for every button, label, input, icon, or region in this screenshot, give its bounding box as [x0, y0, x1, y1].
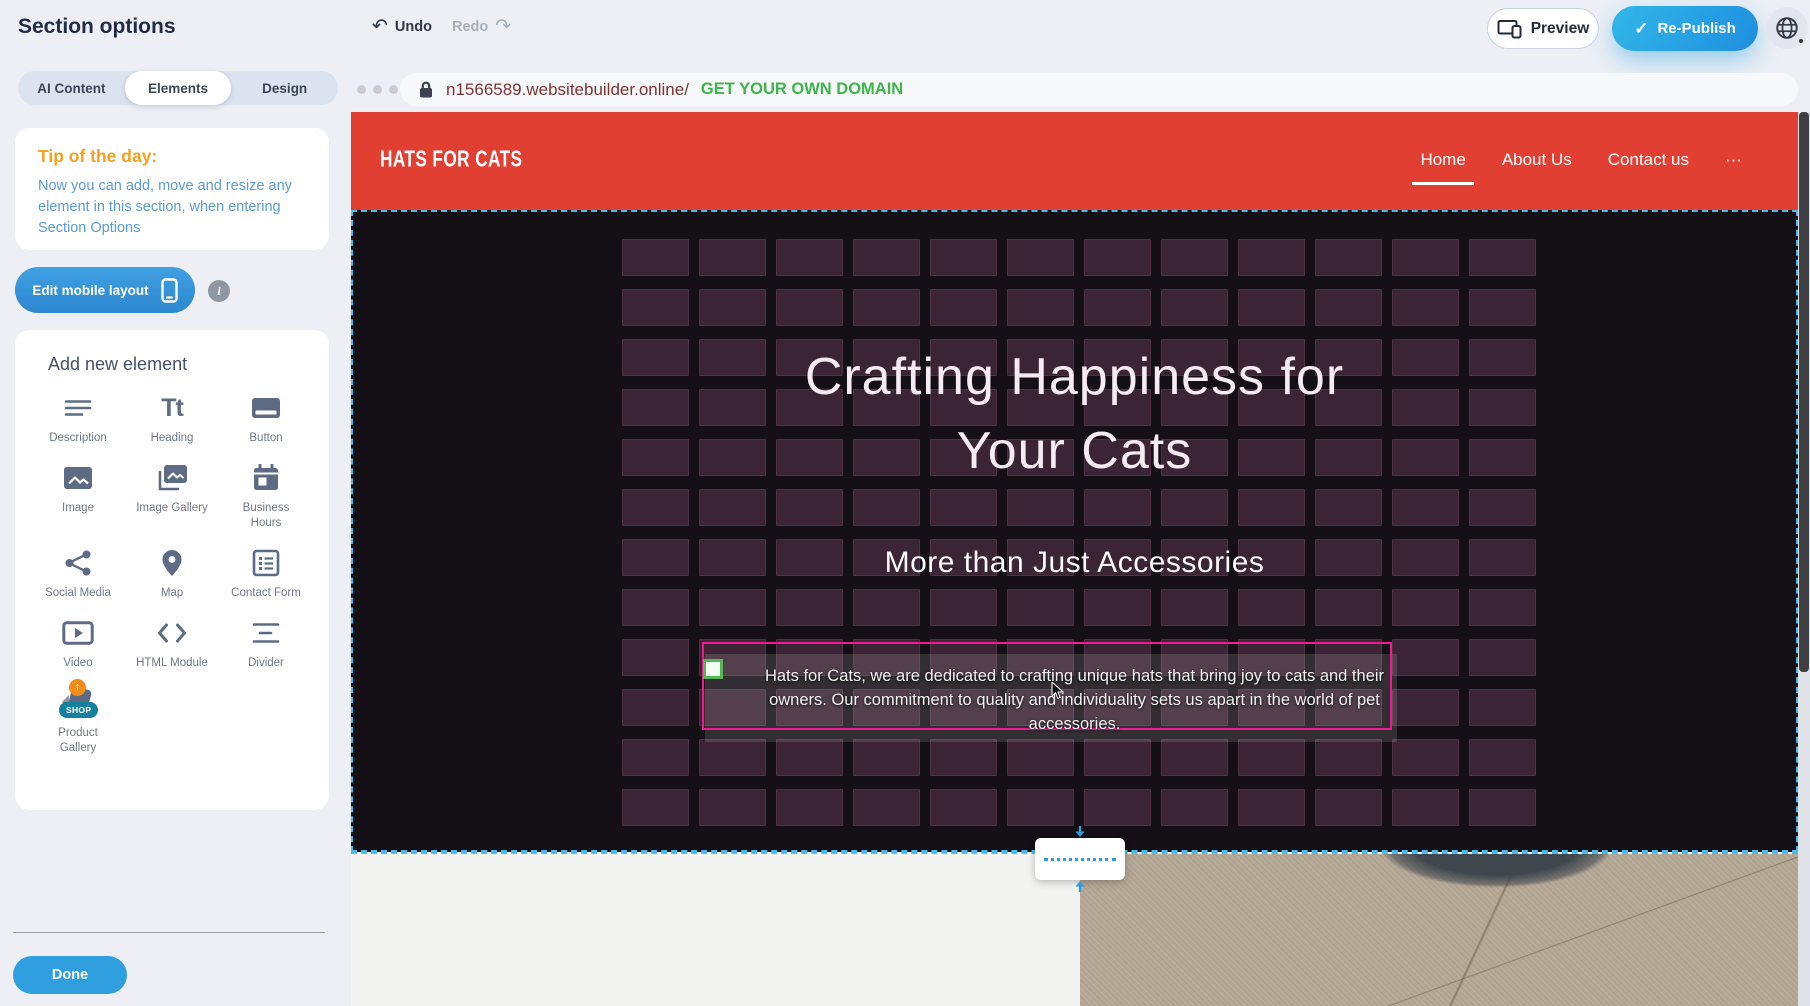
redo-button[interactable]: Redo ↷ — [452, 15, 511, 38]
undo-button[interactable]: ↶ Undo — [372, 15, 432, 38]
site-nav: Home About Us Contact us ··· — [1420, 150, 1742, 185]
mouse-cursor — [1051, 682, 1065, 700]
address-bar[interactable]: n1566589.websitebuilder.online/ GET YOUR… — [400, 73, 1798, 106]
done-button[interactable]: Done — [13, 956, 127, 994]
code-icon — [157, 617, 187, 649]
add-element-card: Add new element Description Tt Heading — [15, 330, 329, 810]
upgrade-badge-icon: ↑ — [69, 679, 86, 696]
map-pin-icon — [161, 547, 183, 579]
info-button[interactable]: i — [208, 280, 230, 302]
undo-label: Undo — [395, 19, 432, 35]
tab-ai-content[interactable]: AI Content — [18, 71, 125, 105]
add-element-title: Add new element — [48, 354, 187, 375]
element-image[interactable]: Image — [31, 462, 125, 531]
share-icon — [64, 547, 92, 579]
redo-icon: ↷ — [495, 15, 511, 38]
resize-dash-line — [1044, 858, 1116, 861]
element-image-gallery[interactable]: Image Gallery — [125, 462, 219, 531]
language-globe-button[interactable] — [1766, 7, 1808, 49]
site-logo: HATS FOR CATS — [380, 147, 522, 174]
video-icon — [62, 617, 94, 649]
preview-label: Preview — [1531, 20, 1590, 38]
element-product-gallery[interactable]: ↑ SHOP Product Gallery — [31, 687, 125, 756]
next-section-blank — [351, 854, 1080, 1006]
tip-body: Now you can add, move and resize any ele… — [38, 176, 304, 239]
element-business-hours[interactable]: Business Hours — [219, 462, 313, 531]
nav-contact-us[interactable]: Contact us — [1608, 150, 1689, 182]
nav-more-icon[interactable]: ··· — [1725, 150, 1742, 182]
globe-badge — [1797, 37, 1805, 45]
tip-heading: Tip of the day: — [38, 146, 157, 167]
section-resize-handle[interactable] — [1035, 838, 1125, 880]
element-grid: Description Tt Heading Button — [31, 392, 313, 756]
scrollbar-thumb[interactable] — [1799, 112, 1809, 672]
republish-button[interactable]: ✓ Re-Publish — [1612, 6, 1758, 51]
lock-icon — [418, 80, 434, 99]
republish-label: Re-Publish — [1657, 20, 1735, 37]
element-map[interactable]: Map — [125, 547, 219, 601]
image-icon — [63, 462, 93, 494]
nav-about-us[interactable]: About Us — [1502, 150, 1572, 182]
calendar-icon — [252, 462, 280, 494]
panel-tabs: AI Content Elements Design — [18, 71, 338, 105]
element-divider[interactable]: Divider — [219, 617, 313, 671]
preview-button[interactable]: Preview — [1487, 8, 1599, 49]
redo-label: Redo — [452, 19, 488, 35]
get-domain-link[interactable]: GET YOUR OWN DOMAIN — [701, 80, 903, 99]
hero-subtitle[interactable]: More than Just Accessories — [353, 546, 1796, 580]
panel-divider — [13, 932, 325, 933]
element-button[interactable]: Button — [219, 392, 313, 446]
text-lines-icon — [64, 392, 92, 424]
window-controls — [357, 85, 398, 94]
edit-mobile-label: Edit mobile layout — [32, 283, 148, 298]
hero-heading[interactable]: Crafting Happiness for Your Cats — [745, 340, 1405, 488]
edit-mobile-layout-button[interactable]: Edit mobile layout — [15, 267, 195, 313]
divider-icon — [252, 617, 280, 649]
element-description[interactable]: Description — [31, 392, 125, 446]
tab-elements[interactable]: Elements — [125, 71, 232, 105]
element-social-media[interactable]: Social Media — [31, 547, 125, 601]
site-header: HATS FOR CATS Home About Us Contact us ·… — [351, 112, 1798, 210]
element-contact-form[interactable]: Contact Form — [219, 547, 313, 601]
product-gallery-icon: ↑ SHOP — [51, 687, 105, 719]
undo-icon: ↶ — [372, 15, 388, 38]
tip-of-the-day-card: Tip of the day: Now you can add, move an… — [15, 128, 329, 250]
scrollbar-track[interactable] — [1798, 112, 1810, 1006]
tab-design[interactable]: Design — [231, 71, 338, 105]
devices-icon — [1497, 19, 1523, 39]
hero-section-selected[interactable]: Crafting Happiness for Your Cats More th… — [351, 210, 1798, 852]
check-icon: ✓ — [1634, 19, 1648, 39]
contact-form-icon — [252, 547, 280, 579]
globe-icon — [1774, 15, 1800, 41]
page-title: Section options — [18, 15, 176, 39]
button-icon — [251, 392, 281, 424]
drag-handle[interactable] — [703, 659, 723, 679]
element-html-module[interactable]: HTML Module — [125, 617, 219, 671]
element-heading[interactable]: Tt Heading — [125, 392, 219, 446]
element-video[interactable]: Video — [31, 617, 125, 671]
site-preview: HATS FOR CATS Home About Us Contact us ·… — [351, 112, 1798, 1006]
image-gallery-icon — [156, 462, 188, 494]
shop-badge: SHOP — [59, 702, 98, 718]
site-url: n1566589.websitebuilder.online/ — [446, 80, 689, 100]
pavement-photo — [1080, 854, 1798, 1006]
heading-icon: Tt — [161, 392, 183, 424]
website-builder-app: Section options ↶ Undo Redo ↷ Preview ✓ … — [0, 0, 1810, 1006]
nav-home[interactable]: Home — [1412, 150, 1473, 185]
phone-icon — [161, 278, 178, 303]
hero-paragraph[interactable]: Hats for Cats, we are dedicated to craft… — [737, 664, 1413, 736]
